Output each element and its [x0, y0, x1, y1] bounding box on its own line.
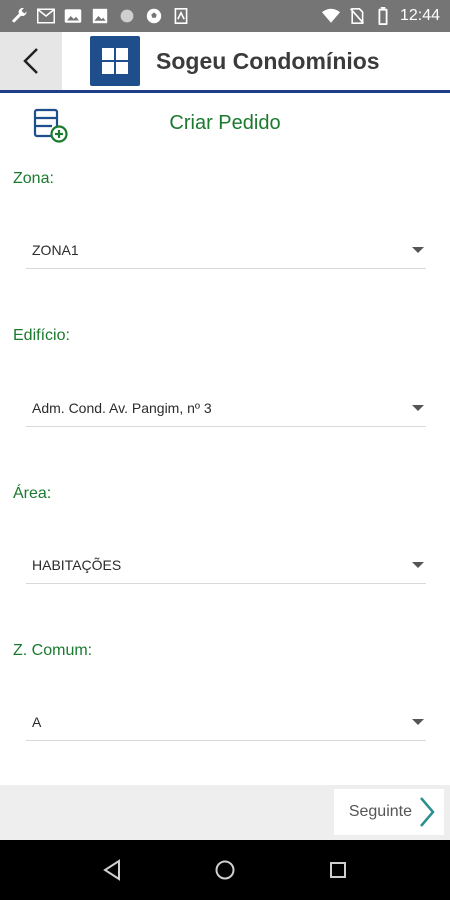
back-button[interactable]: [0, 32, 62, 90]
home-circle-icon: [215, 860, 235, 880]
zona-label: Zona:: [13, 170, 54, 187]
wifi-icon: [321, 7, 340, 25]
page-header: Criar Pedido: [0, 95, 450, 155]
nav-home-button[interactable]: [213, 858, 237, 882]
zcomum-select[interactable]: A: [26, 704, 426, 741]
page-title: Criar Pedido: [169, 112, 281, 134]
system-nav-bar: [0, 840, 450, 900]
app-title: Sogeu Condomínios: [156, 47, 380, 74]
zona-select[interactable]: ZONA1: [26, 232, 426, 269]
nav-recents-button[interactable]: [326, 858, 350, 882]
area-select[interactable]: HABITAÇÕES: [26, 547, 426, 584]
triangle-back-icon: [103, 859, 120, 881]
no-sim-icon: [348, 7, 366, 25]
photo-icon: [91, 7, 109, 25]
gmail-icon: [37, 7, 55, 25]
circle-icon: [118, 7, 136, 25]
app-logo: [90, 36, 140, 86]
next-button[interactable]: Seguinte: [334, 789, 444, 835]
area-label: Área:: [13, 485, 52, 502]
back-arrow-icon: [23, 48, 38, 74]
square-recents-icon: [330, 862, 346, 878]
area-value: HABITAÇÕES: [32, 557, 122, 573]
wrench-icon: [10, 7, 28, 25]
dropdown-arrow-icon: [412, 405, 424, 411]
dropdown-arrow-icon: [412, 719, 424, 725]
app-bar-divider: [0, 90, 450, 93]
zcomum-value: A: [32, 714, 42, 730]
zona-value: ZONA1: [32, 242, 79, 258]
soccer-icon: [145, 7, 163, 25]
zcomum-label: Z. Comum:: [13, 642, 93, 659]
edificio-value: Adm. Cond. Av. Pangim, nº 3: [32, 400, 212, 416]
grid-icon: [102, 48, 128, 74]
nav-back-button[interactable]: [100, 858, 124, 882]
app-bar: Sogeu Condomínios: [0, 32, 450, 90]
battery-icon: [374, 7, 392, 25]
nfc-icon: [172, 7, 190, 25]
footer-bar: Seguinte: [0, 785, 450, 840]
status-time: 12:44: [399, 7, 440, 24]
chevron-right-icon: [420, 797, 435, 827]
status-bar: 12:44: [0, 0, 450, 32]
next-label: Seguinte: [348, 803, 412, 820]
edificio-select[interactable]: Adm. Cond. Av. Pangim, nº 3: [26, 390, 426, 427]
dropdown-arrow-icon: [412, 562, 424, 568]
image-icon: [64, 7, 82, 25]
edificio-label: Edifício:: [13, 327, 70, 344]
dropdown-arrow-icon: [412, 247, 424, 253]
